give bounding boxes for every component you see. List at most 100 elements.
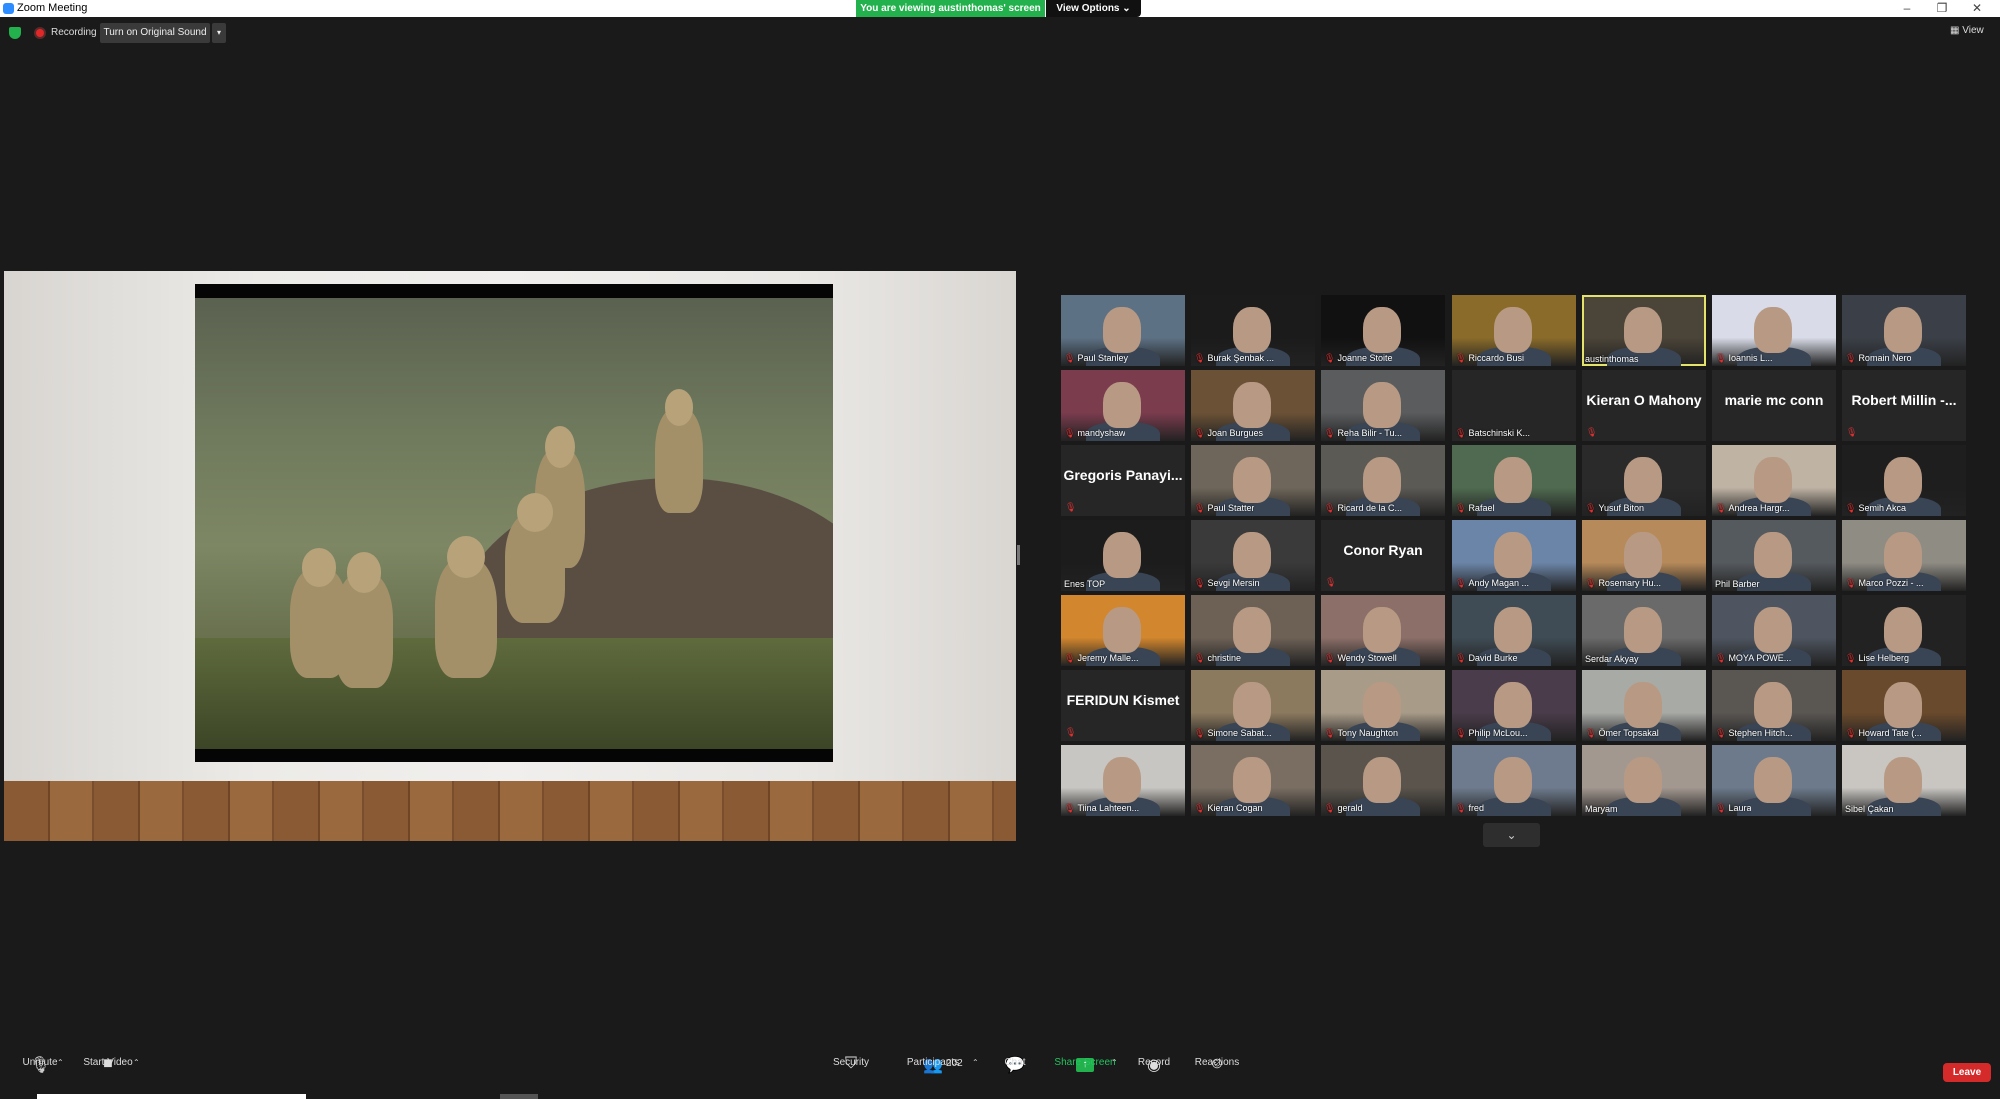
- participant-name: Tiina Lahteen...: [1077, 803, 1140, 813]
- muted-mic-icon: 🎙: [1455, 578, 1467, 588]
- splitter-handle[interactable]: [1017, 545, 1020, 565]
- muted-mic-icon: 🎙: [1064, 353, 1076, 363]
- view-layout-button[interactable]: ▦ View: [1950, 25, 1984, 36]
- cheetah-cub: [505, 493, 565, 623]
- participant-tile[interactable]: austinthomas: [1582, 295, 1706, 366]
- participant-tile[interactable]: Serdar Akyay: [1582, 595, 1706, 666]
- participant-tile[interactable]: 🎙 Ioannis L...: [1712, 295, 1836, 366]
- participant-tile[interactable]: 🎙 gerald: [1321, 745, 1445, 816]
- participant-tile[interactable]: 🎙 Laura: [1712, 745, 1836, 816]
- muted-mic-icon: 🎙: [1455, 353, 1467, 363]
- participant-name: Paul Statter: [1207, 503, 1255, 513]
- participant-tile[interactable]: Enes TOP: [1061, 520, 1185, 591]
- participant-tile[interactable]: 🎙 Reha Bilir - Tu...: [1321, 370, 1445, 441]
- participant-tile[interactable]: Kieran O Mahony 🎙: [1582, 370, 1706, 441]
- participant-tile[interactable]: Sibel Çakan: [1842, 745, 1966, 816]
- participant-video-face: [1494, 757, 1532, 803]
- participant-tile[interactable]: 🎙 Sevgi Mersin: [1191, 520, 1315, 591]
- participant-tile[interactable]: 🎙 fred: [1452, 745, 1576, 816]
- participant-name-label: 🎙 Kieran Cogan: [1194, 803, 1262, 814]
- muted-mic-icon: 🎙: [1064, 803, 1076, 813]
- cheetah-cub: [335, 552, 393, 688]
- viewing-banner: You are viewing austinthomas' screen: [856, 0, 1045, 17]
- minimize-icon[interactable]: –: [1892, 1, 1922, 15]
- participant-tile[interactable]: 🎙 MOYA POWE...: [1712, 595, 1836, 666]
- participant-tile[interactable]: 🎙 Semih Akca: [1842, 445, 1966, 516]
- muted-mic-icon: 🎙: [1194, 803, 1206, 813]
- participant-tile[interactable]: 🎙 Romain Nero: [1842, 295, 1966, 366]
- participant-name-label: 🎙 Yusuf Biton: [1585, 503, 1644, 514]
- participant-tile[interactable]: 🎙 Yusuf Biton: [1582, 445, 1706, 516]
- original-sound-dropdown[interactable]: ▾: [212, 23, 226, 43]
- muted-mic-icon: 🎙: [1064, 428, 1076, 438]
- gallery-scroll-down-button[interactable]: ⌄: [1483, 823, 1540, 847]
- shared-screen[interactable]: [4, 271, 1016, 841]
- participant-video-face: [1624, 532, 1662, 578]
- participant-name-label: Phil Barber: [1715, 579, 1760, 589]
- view-options-button[interactable]: View Options ⌄: [1046, 0, 1141, 17]
- participant-tile[interactable]: 🎙 Stephen Hitch...: [1712, 670, 1836, 741]
- participant-tile[interactable]: 🎙 Riccardo Busi: [1452, 295, 1576, 366]
- encryption-shield-icon[interactable]: [9, 27, 21, 39]
- muted-mic-icon: 🎙: [1324, 803, 1336, 813]
- participant-tile[interactable]: 🎙 Lise Helberg: [1842, 595, 1966, 666]
- chat-button[interactable]: Chat: [975, 1057, 1055, 1068]
- participant-name-label: 🎙 Laura: [1715, 803, 1751, 814]
- muted-mic-icon: 🎙: [1585, 503, 1597, 513]
- participant-tile[interactable]: Phil Barber: [1712, 520, 1836, 591]
- participant-tile[interactable]: 🎙 Joan Burgues: [1191, 370, 1315, 441]
- audio-options-caret[interactable]: ⌃: [57, 1058, 64, 1067]
- participant-tile[interactable]: 🎙 Marco Pozzi - ...: [1842, 520, 1966, 591]
- participant-tile[interactable]: 🎙 Kieran Cogan: [1191, 745, 1315, 816]
- participant-name-label: 🎙 Stephen Hitch...: [1715, 728, 1792, 739]
- participant-tile[interactable]: 🎙 Joanne Stoite: [1321, 295, 1445, 366]
- participant-tile[interactable]: 🎙 David Burke: [1452, 595, 1576, 666]
- leave-button[interactable]: Leave: [1943, 1063, 1991, 1082]
- participant-display-name: Robert Millin -...: [1851, 392, 1957, 408]
- participant-tile[interactable]: 🎙 mandyshaw: [1061, 370, 1185, 441]
- participant-tile[interactable]: 🎙 Jeremy Malle...: [1061, 595, 1185, 666]
- participant-tile[interactable]: 🎙 Ömer Topsakal: [1582, 670, 1706, 741]
- participant-tile[interactable]: 🎙 Batschinski K...: [1452, 370, 1576, 441]
- participant-tile[interactable]: 🎙 Rosemary Hu...: [1582, 520, 1706, 591]
- participant-tile[interactable]: Conor Ryan 🎙: [1321, 520, 1445, 591]
- participant-name-label: 🎙 Paul Statter: [1194, 503, 1254, 514]
- security-button[interactable]: Security: [811, 1057, 891, 1068]
- participant-name: Sevgi Mersin: [1207, 578, 1260, 588]
- close-icon[interactable]: ✕: [1962, 1, 1992, 15]
- original-sound-button[interactable]: Turn on Original Sound: [100, 23, 210, 43]
- participant-name-label: 🎙 Andy Magan ...: [1455, 578, 1529, 589]
- participant-tile[interactable]: 🎙 Andrea Hargr...: [1712, 445, 1836, 516]
- participant-tile[interactable]: 🎙 Simone Sabat...: [1191, 670, 1315, 741]
- video-options-caret[interactable]: ⌃: [133, 1058, 140, 1067]
- participant-tile[interactable]: Robert Millin -... 🎙: [1842, 370, 1966, 441]
- restore-icon[interactable]: ❐: [1927, 1, 1957, 15]
- participant-tile[interactable]: 🎙 Andy Magan ...: [1452, 520, 1576, 591]
- participant-tile[interactable]: Maryam: [1582, 745, 1706, 816]
- participant-tile[interactable]: 🎙 Tiina Lahteen...: [1061, 745, 1185, 816]
- participant-video-face: [1233, 382, 1271, 428]
- participant-tile[interactable]: FERIDUN Kismet 🎙: [1061, 670, 1185, 741]
- reactions-button[interactable]: Reactions: [1177, 1057, 1257, 1068]
- participant-tile[interactable]: 🎙 Paul Stanley: [1061, 295, 1185, 366]
- participant-tile[interactable]: 🎙 Rafael: [1452, 445, 1576, 516]
- participant-display-name: marie mc conn: [1724, 392, 1824, 408]
- participant-name-label: 🎙 Rosemary Hu...: [1585, 578, 1661, 589]
- participant-tile[interactable]: Gregoris Panayi... 🎙: [1061, 445, 1185, 516]
- participant-tile[interactable]: 🎙 Howard Tate (...: [1842, 670, 1966, 741]
- participants-button[interactable]: Participants: [893, 1057, 973, 1068]
- participant-tile[interactable]: 🎙 christine: [1191, 595, 1315, 666]
- participant-tile[interactable]: 🎙 Philip McLou...: [1452, 670, 1576, 741]
- participant-name: austinthomas: [1585, 354, 1639, 364]
- participant-tile[interactable]: 🎙 Paul Statter: [1191, 445, 1315, 516]
- muted-mic-icon: 🎙: [1715, 653, 1727, 663]
- muted-mic-icon: 🎙: [1455, 503, 1467, 513]
- participant-tile[interactable]: 🎙 Tony Naughton: [1321, 670, 1445, 741]
- participant-tile[interactable]: 🎙 Ricard de la C...: [1321, 445, 1445, 516]
- participant-name-label: 🎙 Andrea Hargr...: [1715, 503, 1789, 514]
- participant-tile[interactable]: 🎙 Wendy Stowell: [1321, 595, 1445, 666]
- participant-tile[interactable]: marie mc conn: [1712, 370, 1836, 441]
- muted-mic-icon: 🎙: [1065, 727, 1077, 737]
- participant-tile[interactable]: 🎙 Burak Şenbak ...: [1191, 295, 1315, 366]
- cheetah-cubs-photo: [195, 298, 833, 749]
